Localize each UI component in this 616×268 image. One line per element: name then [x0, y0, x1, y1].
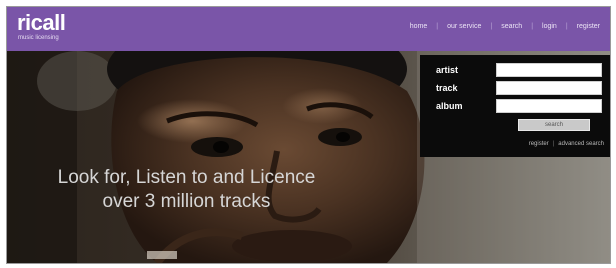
nav-register[interactable]: register [577, 23, 600, 30]
hero-tagline-line1: Look for, Listen to and Licence [57, 167, 316, 188]
logo-tagline: music licensing [18, 35, 59, 41]
page-frame: ricall music licensing home | our servic… [6, 6, 611, 264]
nav-separator: | [531, 23, 534, 30]
search-panel-links: register | advanced search [529, 141, 604, 147]
site-header: ricall music licensing home | our servic… [7, 7, 610, 51]
nav-home[interactable]: home [410, 23, 428, 30]
track-label: track [436, 83, 458, 93]
nav-login[interactable]: login [542, 23, 557, 30]
album-label: album [436, 101, 463, 111]
track-field-row: track [436, 81, 610, 97]
album-input[interactable] [496, 99, 602, 113]
artist-field-row: artist [436, 63, 610, 79]
advanced-search-link[interactable]: advanced search [558, 141, 604, 147]
nav-our-service[interactable]: our service [447, 23, 481, 30]
hero-tagline-line2: over 3 million tracks [102, 191, 271, 212]
track-input[interactable] [496, 81, 602, 95]
link-separator: | [552, 141, 555, 147]
nav-search[interactable]: search [501, 23, 522, 30]
logo-name: ricall [17, 10, 66, 35]
nav-separator: | [436, 23, 439, 30]
register-link[interactable]: register [529, 141, 549, 147]
search-panel: artist track album search register | adv… [420, 55, 610, 157]
site-logo[interactable]: ricall music licensing [17, 10, 66, 42]
search-button[interactable]: search [518, 119, 590, 131]
artist-label: artist [436, 65, 459, 75]
album-field-row: album [436, 99, 610, 115]
nav-separator: | [565, 23, 568, 30]
artist-input[interactable] [496, 63, 602, 77]
main-nav: home | our service | search | login | re… [410, 23, 600, 30]
nav-separator: | [490, 23, 493, 30]
